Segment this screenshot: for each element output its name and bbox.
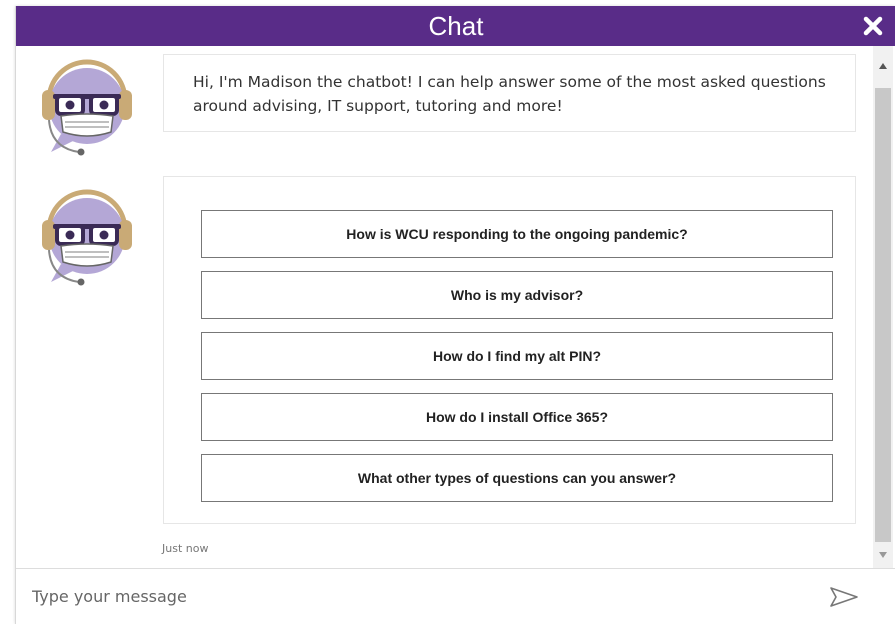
chatbot-avatar-icon (42, 189, 132, 286)
quick-replies-card: How is WCU responding to the ongoing pan… (163, 176, 856, 524)
close-button[interactable] (860, 13, 886, 39)
scroll-down-button[interactable] (873, 542, 893, 568)
close-icon (863, 16, 883, 36)
quick-reply-advisor-button[interactable]: Who is my advisor? (201, 271, 833, 319)
chat-title: Chat (428, 11, 484, 41)
scroll-up-button[interactable] (873, 46, 893, 86)
message-scrollbar[interactable] (873, 46, 893, 568)
quick-reply-pandemic-button[interactable]: How is WCU responding to the ongoing pan… (201, 210, 833, 258)
bot-message-bubble: Hi, I'm Madison the chatbot! I can help … (163, 54, 856, 132)
chatbot-avatar (31, 48, 143, 160)
chat-header: Chat (16, 6, 895, 46)
chat-window: Chat Hi, I'm Madison the chatbot! I can … (15, 6, 895, 624)
quick-reply-alt-pin-button[interactable]: How do I find my alt PIN? (201, 332, 833, 380)
chatbot-avatar (31, 178, 143, 290)
message-list: Hi, I'm Madison the chatbot! I can help … (16, 46, 895, 568)
quick-reply-office-365-button[interactable]: How do I install Office 365? (201, 393, 833, 441)
chatbot-avatar-icon (42, 59, 132, 156)
send-icon (830, 587, 858, 607)
bot-message-text: Hi, I'm Madison the chatbot! I can help … (193, 73, 826, 115)
message-input[interactable] (16, 569, 816, 623)
triangle-down-icon (879, 552, 887, 558)
triangle-up-icon (879, 63, 887, 69)
quick-reply-other-questions-button[interactable]: What other types of questions can you an… (201, 454, 833, 502)
message-composer (16, 568, 895, 624)
message-timestamp: Just now (162, 542, 209, 555)
scrollbar-thumb[interactable] (875, 88, 891, 542)
send-button[interactable] (826, 583, 862, 611)
